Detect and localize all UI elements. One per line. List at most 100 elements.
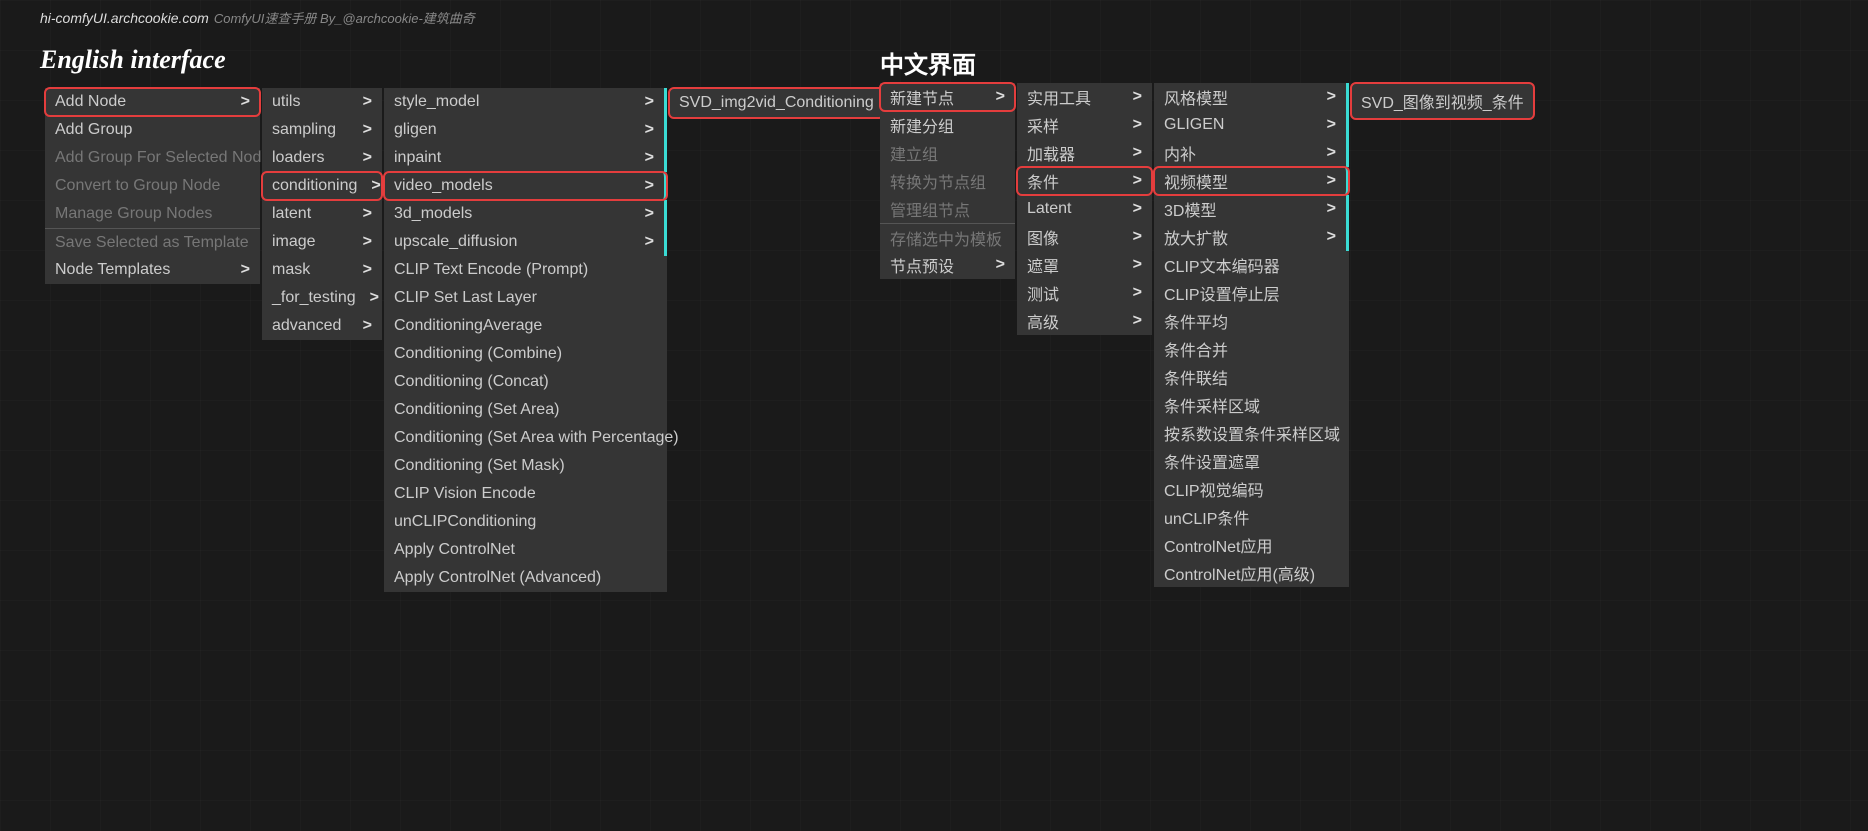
menu-item[interactable]: 存储选中为模板 [880,223,1015,251]
menu-item[interactable]: Node Templates> [45,256,260,284]
menu-item-label: inpaint [394,149,441,167]
menu-item[interactable]: Apply ControlNet [384,536,667,564]
menu-item[interactable]: CLIP Text Encode (Prompt) [384,256,667,284]
menu-item[interactable]: CLIP Set Last Layer [384,284,667,312]
menu-item[interactable]: Latent > [1017,195,1152,223]
menu-item[interactable]: conditioning> [262,172,382,200]
menu-item[interactable]: 视频模型> [1154,167,1349,195]
menu-item[interactable]: 新建节点> [880,83,1015,111]
menu-item[interactable]: CLIP设置停止层 [1154,279,1349,307]
cn-col-3[interactable]: 风格模型>GLIGEN>内补>视频模型>3D模型>放大扩散>CLIP文本编码器C… [1154,83,1349,587]
menu-item[interactable]: 条件联结 [1154,363,1349,391]
menu-item[interactable]: 条件采样区域 [1154,391,1349,419]
menu-item[interactable]: advanced> [262,312,382,340]
menu-item[interactable]: image> [262,228,382,256]
en-col-1[interactable]: Add Node>Add GroupAdd Group For Selected… [45,88,260,284]
en-col-3[interactable]: style_model>gligen>inpaint>video_models>… [384,88,667,592]
chevron-right-icon: > [1133,200,1142,218]
cn-leaf[interactable]: SVD_图像到视频_条件 [1351,83,1534,119]
menu-item-label: advanced [272,317,341,335]
menu-item[interactable]: ControlNet应用(高级) [1154,559,1349,587]
menu-item[interactable]: 图像> [1017,223,1152,251]
cn-col-2[interactable]: 实用工具>采样>加载器>条件>Latent>图像>遮罩>测试>高级> [1017,83,1152,335]
menu-item[interactable]: 内补> [1154,139,1349,167]
menu-item[interactable]: utils> [262,88,382,116]
menu-item[interactable]: Add Node> [45,88,260,116]
menu-item[interactable]: 新建分组 [880,111,1015,139]
menu-item[interactable]: 条件平均 [1154,307,1349,335]
menu-item[interactable]: 遮罩> [1017,251,1152,279]
menu-item[interactable]: Conditioning (Combine) [384,340,667,368]
menu-item[interactable]: unCLIPConditioning [384,508,667,536]
page-header: hi-comfyUI.archcookie.com ComfyUI速查手册 By… [40,8,475,27]
menu-item[interactable]: 节点预设> [880,251,1015,279]
menu-item[interactable]: _for_testing> [262,284,382,312]
menu-item[interactable]: latent> [262,200,382,228]
menu-item[interactable]: 测试> [1017,279,1152,307]
menu-item-label: CLIP视觉编码 [1164,477,1264,501]
menu-item[interactable]: video_models> [384,172,667,200]
menu-item[interactable]: Save Selected as Template [45,228,260,256]
menu-item[interactable]: Add Group [45,116,260,144]
cn-col-1[interactable]: 新建节点>新建分组建立组转换为节点组管理组节点存储选中为模板节点预设> [880,83,1015,279]
menu-item[interactable]: 建立组 [880,139,1015,167]
menu-item[interactable]: ControlNet应用 [1154,531,1349,559]
menu-item[interactable]: 加载器> [1017,139,1152,167]
menu-item[interactable]: GLIGEN> [1154,111,1349,139]
menu-item[interactable]: CLIP视觉编码 [1154,475,1349,503]
en-col-2[interactable]: utils>sampling>loaders>conditioning>late… [262,88,382,340]
menu-item-label: Conditioning (Set Area with Percentage) [394,429,679,447]
menu-item[interactable]: CLIP Vision Encode [384,480,667,508]
menu-item-label: ControlNet应用(高级) [1164,561,1315,585]
chevron-right-icon: > [1327,116,1336,134]
menu-item[interactable]: Apply ControlNet (Advanced) [384,564,667,592]
menu-item[interactable]: CLIP文本编码器 [1154,251,1349,279]
menu-item[interactable]: upscale_diffusion> [384,228,667,256]
menu-item[interactable]: Manage Group Nodes [45,200,260,228]
menu-item-label: ControlNet应用 [1164,533,1272,557]
chevron-right-icon: > [1133,116,1142,134]
menu-item-label: 实用工具 [1027,85,1091,109]
menu-item-label: 3D模型 [1164,197,1216,221]
menu-item-label: Latent [1027,200,1071,218]
menu-item[interactable]: Conditioning (Set Area with Percentage) [384,424,667,452]
chevron-right-icon: > [363,121,372,139]
menu-item[interactable]: 条件合并 [1154,335,1349,363]
menu-item[interactable]: 放大扩散> [1154,223,1349,251]
chevron-right-icon: > [1133,172,1142,190]
menu-item[interactable]: ConditioningAverage [384,312,667,340]
menu-item[interactable]: 条件设置遮罩 [1154,447,1349,475]
menu-item[interactable]: 高级> [1017,307,1152,335]
menu-item[interactable]: 采样> [1017,111,1152,139]
menu-item[interactable]: loaders> [262,144,382,172]
menu-item[interactable]: gligen> [384,116,667,144]
menu-item[interactable]: Conditioning (Set Area) [384,396,667,424]
menu-item[interactable]: sampling> [262,116,382,144]
header-desc: ComfyUI速查手册 By_@archcookie-建筑曲奇 [214,8,475,27]
chevron-right-icon: > [363,149,372,167]
en-leaf[interactable]: SVD_img2vid_Conditioning [669,88,884,118]
menu-item[interactable]: Convert to Group Node [45,172,260,200]
menu-item-label: 3d_models [394,205,472,223]
menu-item[interactable]: 实用工具> [1017,83,1152,111]
menu-item[interactable]: 3d_models > [384,200,667,228]
menu-item[interactable]: 条件> [1017,167,1152,195]
menu-item-label: Add Node [55,93,126,111]
menu-item[interactable]: style_model> [384,88,667,116]
menu-item[interactable]: inpaint> [384,144,667,172]
chevron-right-icon: > [370,289,379,307]
menu-item[interactable]: mask> [262,256,382,284]
menu-item-label: 按系数设置条件采样区域 [1164,421,1340,445]
menu-item[interactable]: Add Group For Selected Nodes [45,144,260,172]
menu-item[interactable]: 按系数设置条件采样区域 [1154,419,1349,447]
menu-item[interactable]: 转换为节点组 [880,167,1015,195]
chevron-right-icon: > [645,205,654,223]
menu-item-label: Save Selected as Template [55,234,249,252]
menu-item[interactable]: 管理组节点 [880,195,1015,223]
menu-item[interactable]: unCLIP条件 [1154,503,1349,531]
menu-item-label: 管理组节点 [890,197,970,221]
menu-item[interactable]: Conditioning (Concat) [384,368,667,396]
menu-item[interactable]: 风格模型> [1154,83,1349,111]
menu-item[interactable]: Conditioning (Set Mask) [384,452,667,480]
menu-item[interactable]: 3D模型> [1154,195,1349,223]
